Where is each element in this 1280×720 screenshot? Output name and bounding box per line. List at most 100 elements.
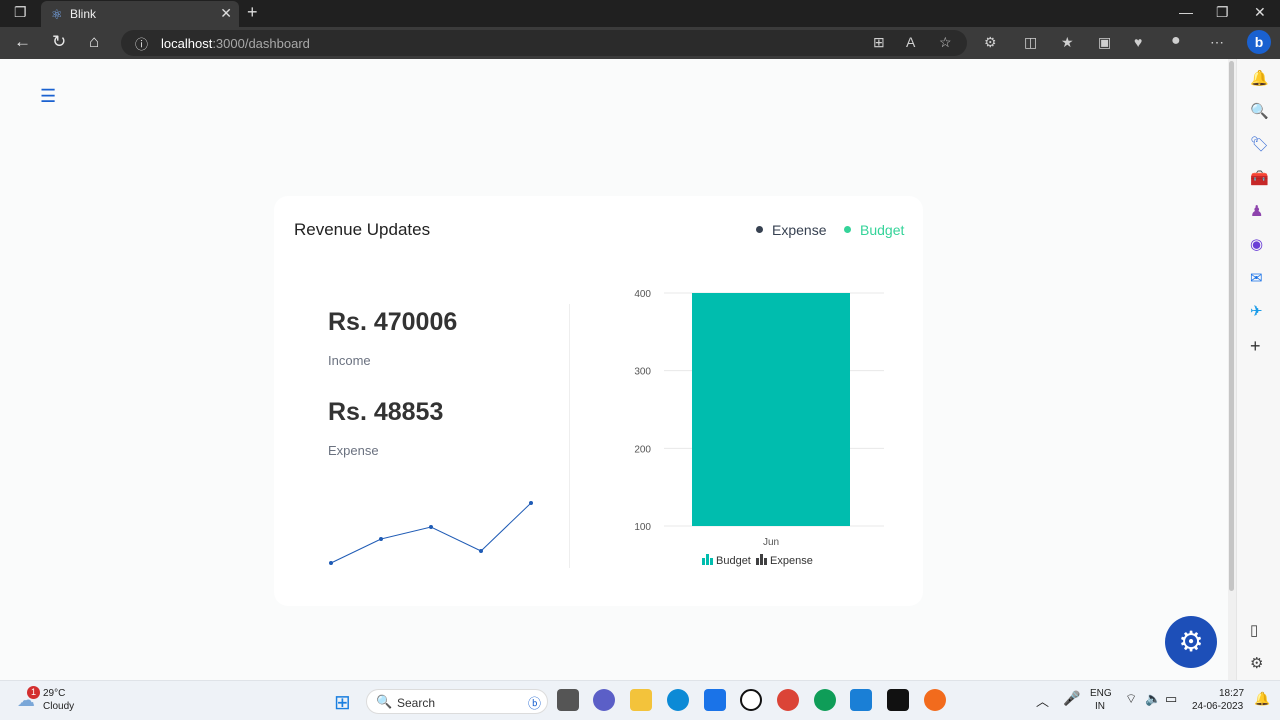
legend-icon-bar1 <box>702 558 705 565</box>
browser-essentials-icon[interactable]: ♥ <box>1134 34 1142 50</box>
page-scrollbar[interactable] <box>1228 59 1236 680</box>
sparkline-point-1 <box>379 537 383 541</box>
expense-value: Rs. 48853 <box>328 398 444 426</box>
edge-taskbar-icon[interactable] <box>667 689 689 711</box>
microsoft365-icon[interactable]: ◉ <box>1250 235 1263 253</box>
divider <box>569 304 570 568</box>
split-screen-icon[interactable]: ◫ <box>1024 34 1037 51</box>
legend-label: Expense <box>770 555 813 567</box>
minimize-icon[interactable]: — <box>1179 4 1193 20</box>
volume-icon[interactable]: 🔈 <box>1145 691 1161 707</box>
favorite-star-icon[interactable]: ☆ <box>939 34 952 51</box>
vscode-icon[interactable] <box>850 689 872 711</box>
add-sidebar-icon[interactable]: + <box>1250 336 1261 357</box>
back-icon[interactable]: ← <box>14 32 31 52</box>
more-menu-icon[interactable]: ⋯ <box>1210 34 1224 51</box>
url-field[interactable]: ⓘ localhost:3000/dashboard <box>121 30 967 56</box>
collections-icon[interactable]: ▣ <box>1098 34 1111 51</box>
search-label: Search <box>397 696 436 710</box>
bing-copilot-icon[interactable]: b <box>1247 30 1271 54</box>
legend-icon-bar2 <box>760 554 763 565</box>
weather-temp[interactable]: 29°C <box>43 688 65 699</box>
postman-icon[interactable] <box>924 689 946 711</box>
dell-icon[interactable] <box>740 689 762 711</box>
legend-icon-bar2 <box>706 554 709 565</box>
chrome-profile1-icon[interactable] <box>777 689 799 711</box>
hide-sidebar-icon[interactable]: ▯ <box>1250 621 1258 639</box>
taskbar-search[interactable]: 🔍 Search ⓑ <box>366 689 548 714</box>
teams-chat-icon[interactable] <box>593 689 615 711</box>
tools-icon[interactable]: 🧰 <box>1250 169 1269 187</box>
site-info-icon[interactable]: ⓘ <box>135 34 148 53</box>
expense-label: Expense <box>328 443 379 458</box>
bar-budget-Jun <box>692 293 850 526</box>
drop-icon[interactable]: ✈ <box>1250 302 1263 320</box>
app-available-icon[interactable]: ⊞ <box>873 34 885 51</box>
terminal-icon[interactable] <box>887 689 909 711</box>
refresh-icon[interactable]: ↻ <box>52 32 66 52</box>
legend-expense: Expense <box>756 222 826 238</box>
sparkline-point-0 <box>329 561 333 565</box>
bing-search-icon: ⓑ <box>527 696 541 711</box>
legend-dot-expense <box>756 226 763 233</box>
outlook-icon[interactable]: ✉ <box>1250 269 1263 287</box>
clock-time[interactable]: 18:27 <box>1219 688 1244 699</box>
maximize-icon[interactable]: ❐ <box>1216 4 1229 21</box>
windows-start-icon[interactable]: ⊞ <box>334 690 351 715</box>
home-icon[interactable]: ⌂ <box>89 32 99 52</box>
read-aloud-icon[interactable]: A <box>906 34 915 50</box>
clock-date[interactable]: 24-06-2023 <box>1192 701 1243 712</box>
address-bar-row: ← ↻ ⌂ ⓘ localhost:3000/dashboard ⊞ A ☆ ⚙… <box>0 27 1280 59</box>
legend-icon-bar3 <box>764 558 767 565</box>
file-explorer-icon[interactable] <box>630 689 652 711</box>
notifications-icon[interactable]: 🔔 <box>1250 69 1269 87</box>
gear-icon: ⚙ <box>1178 626 1204 657</box>
sidebar-settings-icon[interactable]: ⚙ <box>1250 654 1263 672</box>
battery-icon[interactable]: ▭ <box>1165 691 1177 707</box>
browser-tab[interactable]: ⚛ Blink ✕ <box>41 1 239 27</box>
lang-in[interactable]: IN <box>1095 701 1105 712</box>
profile-avatar-icon[interactable]: ● <box>1171 32 1181 50</box>
browser-tab-bar: ❐ ⚛ Blink ✕ + — ❐ ✕ <box>0 0 1280 27</box>
tab-actions-icon[interactable]: ❐ <box>14 4 27 21</box>
card-title: Revenue Updates <box>294 220 431 239</box>
y-tick-label: 300 <box>634 367 651 378</box>
revenue-card: Revenue Updates Expense Budget Rs. 47000… <box>274 196 923 606</box>
legend-label: Budget <box>716 555 751 567</box>
sparkline-point-4 <box>529 501 533 505</box>
legend-dot-budget <box>844 226 851 233</box>
notification-center-icon[interactable]: 🔔 <box>1254 691 1270 707</box>
sparkline-point-2 <box>429 525 433 529</box>
search-icon: 🔍 <box>376 694 393 709</box>
menu-hamburger-icon[interactable]: ☰ <box>40 86 56 107</box>
legend-item-expense: Expense <box>756 554 813 567</box>
games-icon[interactable]: ♟ <box>1250 202 1263 220</box>
tab-title: Blink <box>70 7 97 21</box>
extensions-icon[interactable]: ⚙ <box>984 34 997 51</box>
sidebar-search-icon[interactable]: 🔍 <box>1250 102 1269 120</box>
settings-fab-button[interactable]: ⚙ <box>1165 616 1217 668</box>
scroll-thumb[interactable] <box>1229 61 1234 591</box>
close-tab-icon[interactable]: ✕ <box>220 5 232 22</box>
mail-icon[interactable] <box>704 689 726 711</box>
weather-desc[interactable]: Cloudy <box>43 701 74 712</box>
close-window-icon[interactable]: ✕ <box>1254 4 1266 21</box>
show-hidden-icons-icon[interactable]: ︿ <box>1036 691 1049 710</box>
sparkline-line <box>330 502 532 564</box>
income-value: Rs. 470006 <box>328 308 458 336</box>
lang-eng[interactable]: ENG <box>1090 688 1112 699</box>
favorites-icon[interactable]: ★ <box>1061 34 1074 51</box>
edge-sidebar: 🔔 🔍 🏷 🧰 ♟ ◉ ✉ ✈ + ▯ ⚙ <box>1236 59 1280 680</box>
task-view-icon[interactable] <box>557 689 579 711</box>
legend-budget: Budget <box>844 222 904 238</box>
new-tab-icon[interactable]: + <box>247 2 258 23</box>
wifi-icon[interactable]: ⌔ <box>1125 691 1137 707</box>
shopping-icon[interactable]: 🏷 <box>1250 135 1269 153</box>
weather-badge: 1 <box>27 686 40 699</box>
microphone-icon[interactable]: 🎤 <box>1063 690 1080 707</box>
chrome-profile2-icon[interactable] <box>814 689 836 711</box>
legend-icon-bar1 <box>756 558 759 565</box>
legend-item-budget: Budget <box>702 554 751 567</box>
sparkline-chart <box>329 501 533 565</box>
legend-icon-bar3 <box>710 558 713 565</box>
